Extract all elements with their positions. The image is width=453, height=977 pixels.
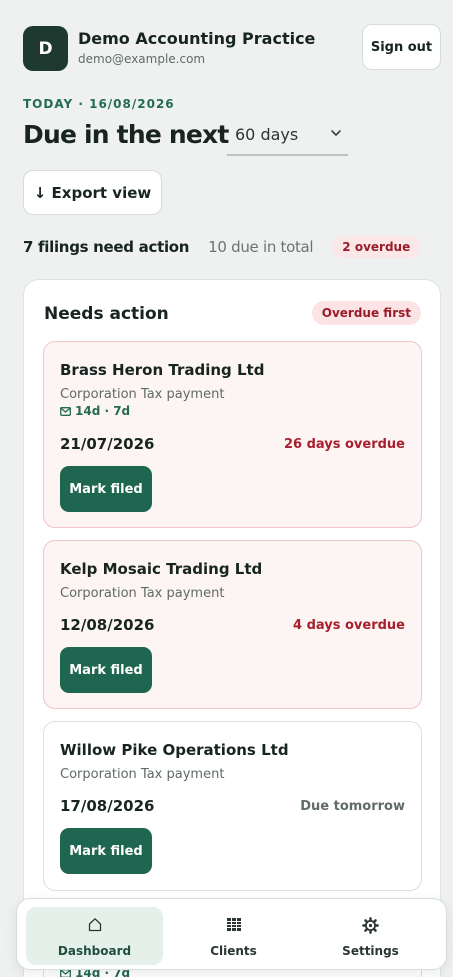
filing-card: Kelp Mosaic Trading Ltd Corporation Tax … xyxy=(43,540,422,709)
reminder-info: 14d · 7d xyxy=(60,404,130,418)
mark-filed-button[interactable]: Mark filed xyxy=(60,647,152,693)
nav-item-settings[interactable]: Settings xyxy=(302,907,439,965)
filing-type: Corporation Tax payment xyxy=(60,586,225,601)
nav-label: Clients xyxy=(210,944,257,958)
nav-label: Dashboard xyxy=(57,944,132,958)
due-status: Due tomorrow xyxy=(300,799,405,814)
client-name: Willow Pike Operations Ltd xyxy=(60,741,289,759)
client-name: Kelp Mosaic Trading Ltd xyxy=(60,560,263,578)
sign-out-button[interactable]: Sign out xyxy=(362,24,441,70)
practice-name: Demo Accounting Practice xyxy=(78,29,316,48)
mark-filed-button[interactable]: Mark filed xyxy=(60,466,152,512)
due-status: 4 days overdue xyxy=(293,618,405,633)
filing-type: Corporation Tax payment xyxy=(60,767,225,782)
bottom-nav: Dashboard Clients Settings xyxy=(16,898,447,970)
filing-type: Corporation Tax payment xyxy=(60,387,225,402)
avatar: D xyxy=(23,26,68,71)
mark-filed-button[interactable]: Mark filed xyxy=(60,828,152,874)
needs-action-panel: Needs action Overdue first Brass Heron T… xyxy=(23,279,441,977)
gear-icon xyxy=(362,917,379,934)
range-select-value: 60 days xyxy=(235,125,299,144)
range-select[interactable]: 60 days xyxy=(227,120,348,156)
nav-item-clients[interactable]: Clients xyxy=(165,907,302,965)
due-date: 12/08/2026 xyxy=(60,616,155,634)
needs-action-count: 7 filings need action xyxy=(23,238,190,256)
home-icon xyxy=(88,918,101,932)
app-header: D Demo Accounting Practice demo@example.… xyxy=(23,24,441,72)
summary-row: 7 filings need action 10 due in total 2 … xyxy=(23,236,421,258)
overdue-badge: 2 overdue xyxy=(332,236,421,258)
user-email: demo@example.com xyxy=(78,52,206,66)
due-status: 26 days overdue xyxy=(283,437,405,452)
page-title: Due in the next xyxy=(23,120,229,149)
nav-label: Settings xyxy=(342,944,399,958)
total-due-count: 10 due in total xyxy=(208,238,314,256)
client-name: Brass Heron Trading Ltd xyxy=(60,361,265,379)
today-label: TODAY · 16/08/2026 xyxy=(23,97,175,111)
sort-badge[interactable]: Overdue first xyxy=(311,301,421,325)
filing-card: Willow Pike Operations Ltd Corporation T… xyxy=(43,721,422,891)
reminder-schedule: 14d · 7d xyxy=(75,404,131,418)
chevron-down-icon xyxy=(331,130,341,136)
mail-icon xyxy=(60,406,71,416)
nav-item-dashboard[interactable]: Dashboard xyxy=(26,907,163,965)
due-date: 17/08/2026 xyxy=(60,797,155,815)
filing-card: Brass Heron Trading Ltd Corporation Tax … xyxy=(43,341,422,528)
due-date: 21/07/2026 xyxy=(60,435,155,453)
grid-icon xyxy=(226,918,241,931)
panel-title: Needs action xyxy=(44,304,169,324)
export-view-button[interactable]: ↓ Export view xyxy=(23,170,162,215)
